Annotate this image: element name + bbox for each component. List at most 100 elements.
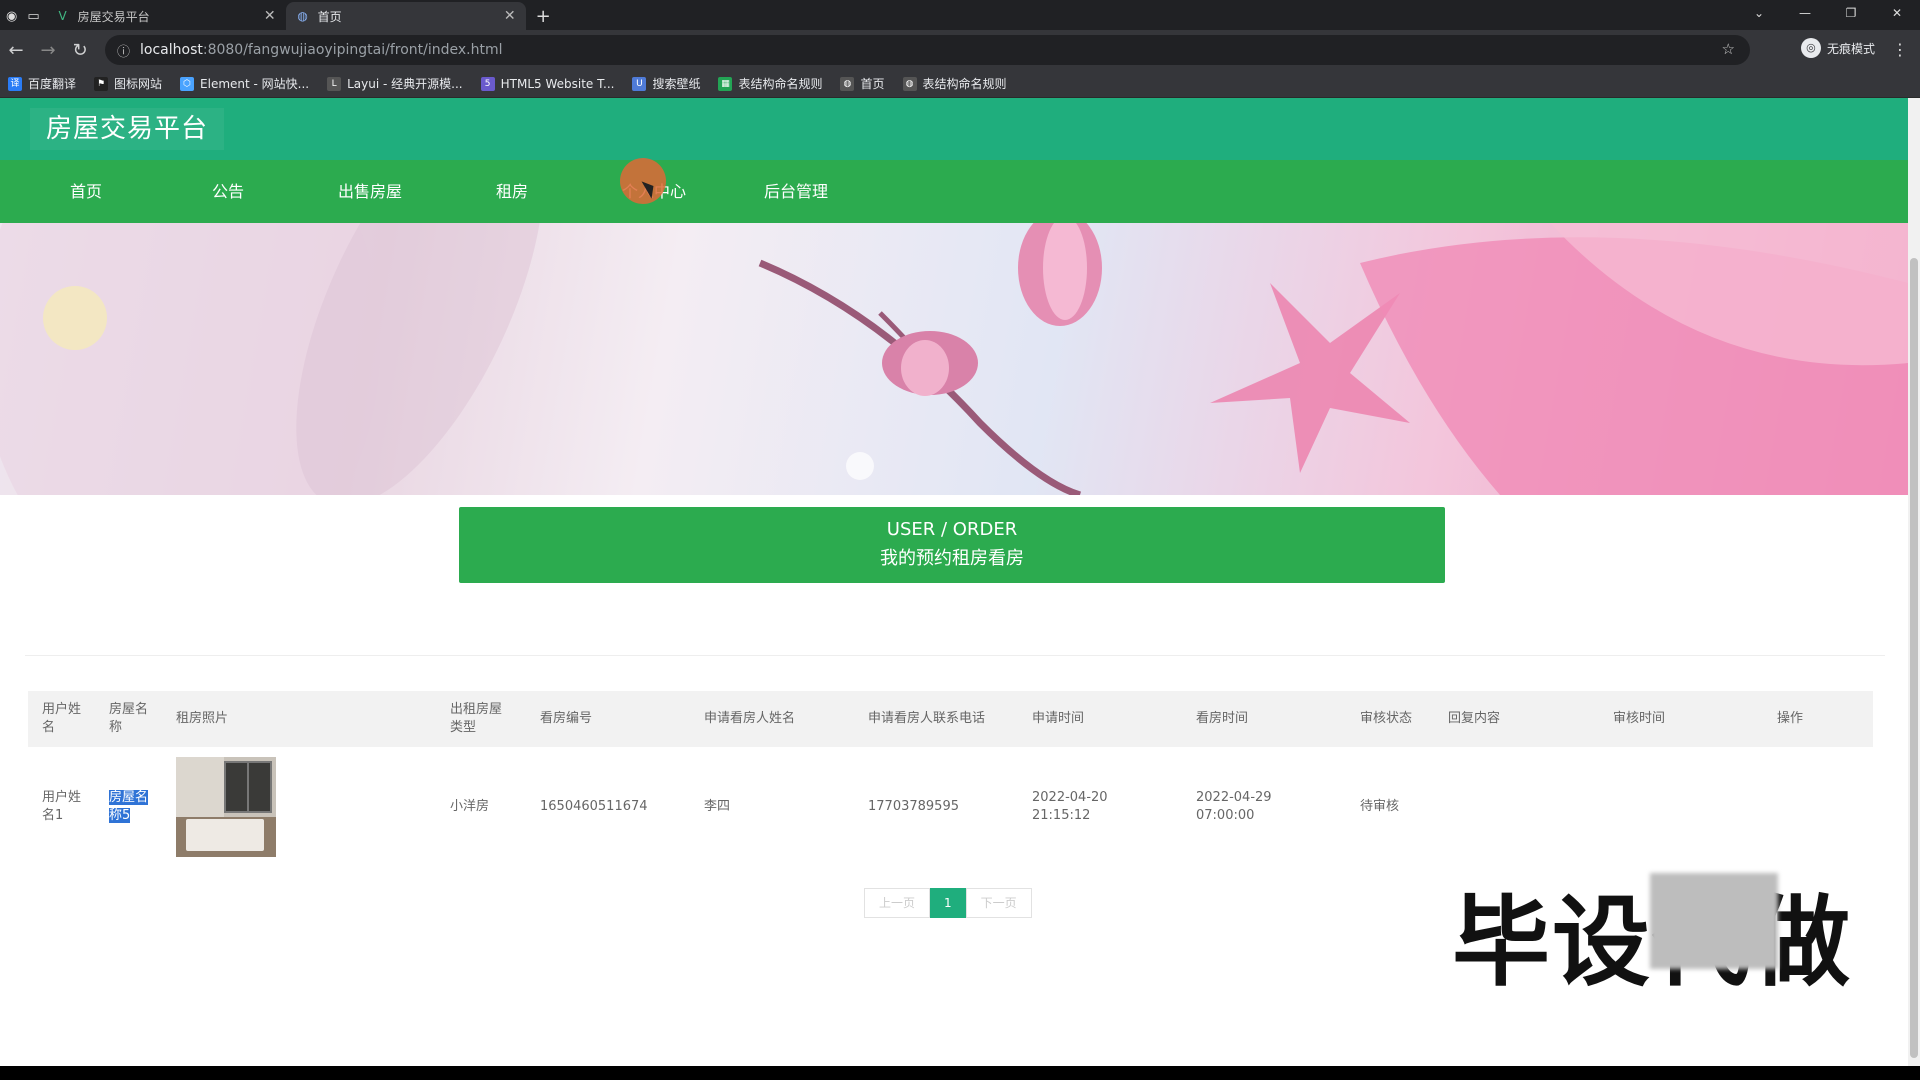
close-icon[interactable]: ✕: [504, 8, 516, 24]
window-controls: ⌄ — ❐ ✕: [1736, 0, 1920, 28]
appointment-table: 用户姓名 房屋名称 租房照片 出租房屋类型 看房编号 申请看房人姓名 申请看房人…: [28, 691, 1873, 867]
chevron-down-icon[interactable]: ⌄: [1736, 0, 1782, 28]
window-left-controls: ◉ ▭: [0, 2, 46, 30]
forward-icon[interactable]: →: [32, 40, 64, 61]
layui-icon: L: [327, 76, 342, 91]
bookmarks-bar: 译百度翻译 ⚑ 图标网站 ⬡ Element - 网站快... L Layui - 经…: [0, 70, 1920, 98]
section-title-en: USER / ORDER: [886, 519, 1018, 540]
col-header: 申请看房人联系电话: [868, 711, 986, 726]
address-bar[interactable]: ⓘ localhost:8080/fangwujiaoyipingtai/fro…: [105, 35, 1750, 65]
cell-view-time: 2022-04-29 07:00:00: [1196, 790, 1272, 823]
browser-tab-2[interactable]: ◍ 首页 ✕: [285, 2, 526, 30]
section-title: USER / ORDER 我的预约租房看房: [459, 507, 1445, 583]
section-title-cn: 我的预约租房看房: [880, 548, 1024, 569]
cell-status: 待审核: [1360, 799, 1400, 814]
nav-item-sell[interactable]: 出售房屋: [299, 160, 441, 223]
minimize-icon[interactable]: —: [1782, 0, 1828, 28]
cell-house-name: 房屋名称5: [95, 747, 162, 867]
nav-item-admin[interactable]: 后台管理: [725, 160, 867, 223]
bookmark-item[interactable]: ⬡ Element - 网站快...: [180, 75, 309, 92]
divider: [25, 655, 1885, 656]
scrollbar[interactable]: [1908, 98, 1920, 1066]
blur-mask: [1650, 873, 1778, 969]
bookmark-item[interactable]: L Layui - 经典开源模...: [327, 75, 463, 92]
cell-reply: [1434, 747, 1599, 867]
cell-phone: 17703789595: [868, 799, 959, 814]
bookmark-item[interactable]: ◍ 首页: [840, 75, 885, 92]
more-menu-icon[interactable]: ⋮: [1892, 40, 1908, 59]
col-header: 租房照片: [176, 711, 229, 726]
col-header: 看房编号: [540, 711, 593, 726]
table-row[interactable]: 用户姓名1 房屋名称5 小洋房 1650460511674 李四 1770378…: [28, 747, 1873, 867]
col-header: 审核时间: [1613, 711, 1666, 726]
cell-type: 小洋房: [450, 799, 490, 814]
browser-logo-icon: ◉: [6, 8, 18, 24]
tab-title: 房屋交易平台: [77, 9, 150, 24]
bookmark-item[interactable]: 5 HTML5 Website T...: [480, 76, 614, 91]
restore-icon[interactable]: ❐: [1828, 0, 1874, 28]
info-icon[interactable]: ⓘ: [117, 41, 130, 60]
sheet-icon: ▦: [718, 76, 733, 91]
current-page-button[interactable]: 1: [930, 888, 966, 918]
nav-item-rent[interactable]: 租房: [441, 160, 583, 223]
col-header: 申请时间: [1032, 711, 1085, 726]
banner-carousel[interactable]: [0, 223, 1908, 495]
incognito-indicator[interactable]: ◎ 无痕模式: [1800, 38, 1875, 58]
translate-icon: 译: [8, 76, 22, 91]
cell-review-time: [1599, 747, 1763, 867]
col-header: 房屋名称: [109, 702, 149, 735]
bookmark-item[interactable]: ▦ 表结构命名规则: [718, 75, 822, 92]
col-header: 回复内容: [1448, 711, 1501, 726]
site-title[interactable]: 房屋交易平台: [30, 108, 225, 150]
col-header: 用户姓名: [42, 702, 82, 735]
cell-user: 用户姓名1: [42, 790, 82, 823]
bookmark-item[interactable]: 译百度翻译: [8, 75, 76, 92]
bottom-edge: [0, 1066, 1920, 1080]
nav-item-notice[interactable]: 公告: [157, 160, 299, 223]
cell-apply-time: 2022-04-20 21:15:12: [1032, 790, 1108, 823]
nav-item-home[interactable]: 首页: [15, 160, 157, 223]
browser-tab-bar: ◉ ▭ V 房屋交易平台 ✕ ◍ 首页 ✕ + ⌄ — ❐ ✕: [0, 0, 1920, 30]
table-header-row: 用户姓名 房屋名称 租房照片 出租房屋类型 看房编号 申请看房人姓名 申请看房人…: [28, 691, 1873, 747]
globe-icon: ◍: [297, 9, 308, 23]
bookmark-star-icon[interactable]: ☆: [1722, 40, 1735, 58]
html5-icon: 5: [480, 76, 495, 91]
url-host: localhost: [140, 42, 203, 58]
cell-number: 1650460511674: [540, 799, 648, 814]
reload-icon[interactable]: ↻: [64, 40, 96, 61]
pagination: 上一页 1 下一页: [864, 888, 1032, 918]
house-photo[interactable]: [176, 757, 276, 857]
url-path: :8080/fangwujiaoyipingtai/front/index.ht…: [202, 42, 503, 58]
browser-tab-1[interactable]: V 房屋交易平台 ✕: [46, 2, 286, 30]
scrollbar-thumb[interactable]: [1910, 258, 1918, 1058]
element-icon: ⬡: [180, 76, 195, 91]
web-page: 房屋交易平台 首页 公告 出售房屋 租房 个人中心 后台管理: [0, 98, 1908, 1066]
prev-page-button[interactable]: 上一页: [864, 888, 931, 918]
bookmark-item[interactable]: ⚑ 图标网站: [94, 75, 162, 92]
vue-icon: V: [58, 9, 67, 23]
col-header: 出租房屋类型: [450, 702, 503, 735]
cell-photo: [162, 747, 436, 867]
cell-applicant: 李四: [704, 799, 731, 814]
globe-icon: ◍: [902, 76, 917, 91]
new-tab-button[interactable]: +: [526, 2, 561, 30]
tab-title: 首页: [317, 9, 342, 24]
bookmark-item[interactable]: U 搜索壁纸: [632, 75, 700, 92]
tab-search-icon[interactable]: ▭: [27, 9, 39, 24]
close-icon[interactable]: ✕: [264, 8, 276, 24]
col-header: 审核状态: [1360, 711, 1413, 726]
browser-toolbar: ← → ↻ ⓘ localhost:8080/fangwujiaoyipingt…: [0, 30, 1920, 70]
col-header: 操作: [1777, 711, 1804, 726]
cell-action: [1763, 747, 1873, 867]
incognito-label: 无痕模式: [1826, 41, 1875, 56]
selected-text[interactable]: 房屋名称5: [109, 790, 149, 823]
col-header: 看房时间: [1196, 711, 1249, 726]
close-window-icon[interactable]: ✕: [1874, 0, 1920, 28]
col-header: 申请看房人姓名: [704, 711, 796, 726]
bookmark-item[interactable]: ◍ 表结构命名规则: [902, 75, 1007, 92]
back-icon[interactable]: ←: [0, 40, 32, 61]
banner-image: [0, 223, 1908, 495]
next-page-button[interactable]: 下一页: [965, 888, 1032, 918]
incognito-icon: ◎: [1800, 38, 1821, 58]
site-header: 房屋交易平台: [0, 98, 1908, 160]
